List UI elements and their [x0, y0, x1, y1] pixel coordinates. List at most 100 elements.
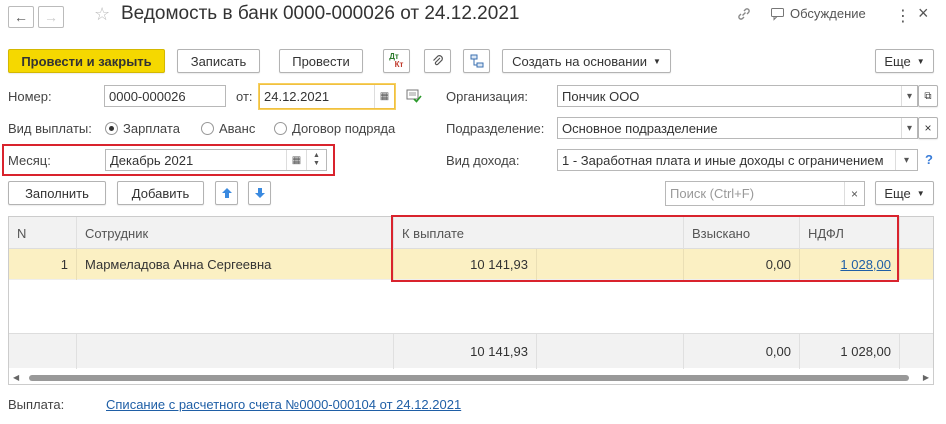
kt-label: Кт	[394, 60, 404, 69]
link-icon	[738, 8, 750, 20]
move-down-button[interactable]	[248, 181, 271, 205]
radio-advance-label: Аванс	[219, 121, 256, 136]
more-menu-button[interactable]: ⋮	[895, 6, 911, 26]
horizontal-scrollbar[interactable]: ◀ ▶	[9, 372, 933, 384]
radio-salary[interactable]: Зарплата	[105, 121, 180, 136]
organization-field[interactable]: Пончик ООО ▾	[557, 85, 918, 107]
search-input[interactable]: Поиск (Ctrl+F) ×	[665, 181, 865, 206]
attach-button[interactable]	[424, 49, 451, 73]
chat-icon	[771, 7, 784, 21]
cell-withheld: 0,00	[684, 249, 800, 280]
table-totals: 10 141,93 0,00 1 028,00	[9, 333, 933, 369]
add-button[interactable]: Добавить	[117, 181, 204, 205]
date-field[interactable]: 24.12.2021 ▦	[259, 84, 395, 109]
help-icon[interactable]: ?	[925, 152, 933, 167]
cell-spacer	[537, 249, 684, 280]
open-organization-button[interactable]: ⧉	[918, 85, 938, 107]
move-up-button[interactable]	[215, 181, 238, 205]
table-header: N Сотрудник К выплате Взыскано НДФЛ	[9, 217, 933, 249]
close-icon: ×	[918, 3, 929, 23]
star-icon[interactable]: ☆	[94, 4, 110, 25]
organization-label: Организация:	[446, 89, 529, 104]
radio-advance[interactable]: Аванс	[201, 121, 255, 136]
table-row[interactable]: 1 Мармеладова Анна Сергеевна 10 141,93 0…	[9, 249, 933, 280]
clear-icon: ×	[924, 121, 932, 135]
chevron-down-icon[interactable]: ▾	[901, 118, 917, 138]
structure-button[interactable]	[463, 49, 490, 73]
clear-search-icon[interactable]: ×	[844, 182, 864, 205]
column-header-employee[interactable]: Сотрудник	[77, 217, 394, 249]
more-button[interactable]: Еще ▼	[875, 49, 934, 73]
calendar-icon[interactable]: ▦	[286, 150, 306, 170]
clear-division-button[interactable]: ×	[918, 117, 938, 139]
hierarchy-icon	[470, 54, 483, 68]
open-icon: ⧉	[924, 90, 932, 102]
table-more-button[interactable]: Еще ▼	[875, 181, 934, 205]
payment-document-link[interactable]: Списание с расчетного счета №0000-000104…	[106, 397, 461, 412]
create-based-on-button[interactable]: Создать на основании ▼	[502, 49, 671, 73]
chevron-down-icon[interactable]: ▾	[895, 150, 917, 170]
caret-down-icon: ▼	[916, 188, 925, 198]
search-placeholder: Поиск (Ctrl+F)	[670, 186, 755, 201]
ndfl-link[interactable]: 1 028,00	[840, 257, 891, 272]
radio-dot	[201, 122, 214, 135]
division-label: Подразделение:	[446, 121, 545, 136]
page-title: Ведомость в банк 0000-000026 от 24.12.20…	[121, 3, 520, 24]
save-button[interactable]: Записать	[177, 49, 260, 73]
total-spacer	[537, 334, 684, 369]
payment-label: Выплата:	[8, 397, 65, 412]
table-more-label: Еще	[884, 185, 911, 201]
column-header-n[interactable]: N	[9, 217, 77, 249]
chevron-down-icon[interactable]: ▾	[901, 86, 917, 106]
dt-kt-button[interactable]: Дт Кт	[383, 49, 410, 73]
forward-button[interactable]: →	[38, 6, 64, 28]
fill-button[interactable]: Заполнить	[8, 181, 106, 205]
post-button[interactable]: Провести	[279, 49, 363, 73]
month-label: Месяц:	[8, 153, 51, 168]
month-value: Декабрь 2021	[110, 152, 194, 168]
scroll-thumb[interactable]	[29, 375, 909, 381]
payment-type-label: Вид выплаты:	[8, 121, 92, 136]
division-value: Основное подразделение	[562, 120, 718, 136]
radio-dot	[105, 122, 118, 135]
post-and-close-button[interactable]: Провести и закрыть	[8, 49, 165, 73]
radio-contract-label: Договор подряда	[292, 121, 396, 136]
more-vertical-icon: ⋮	[895, 8, 911, 25]
cell-n: 1	[9, 249, 77, 280]
radio-contract[interactable]: Договор подряда	[274, 121, 395, 136]
division-field[interactable]: Основное подразделение ▾	[557, 117, 918, 139]
scroll-right-icon[interactable]: ▶	[923, 373, 929, 382]
organization-value: Пончик ООО	[562, 88, 640, 104]
cell-ndfl[interactable]: 1 028,00	[800, 249, 900, 280]
number-field[interactable]: 0000-000026	[104, 85, 226, 107]
arrow-right-icon: →	[44, 9, 58, 25]
link-button[interactable]	[736, 6, 752, 22]
cell-employee: Мармеладова Анна Сергеевна	[77, 249, 394, 280]
month-stepper[interactable]: ▲ ▼	[306, 150, 326, 170]
close-button[interactable]: ×	[918, 3, 929, 24]
income-type-field[interactable]: 1 - Заработная плата и иные доходы с огр…	[557, 149, 918, 171]
column-header-ndfl[interactable]: НДФЛ	[800, 217, 900, 249]
total-n	[9, 334, 77, 369]
total-ndfl: 1 028,00	[800, 334, 900, 369]
paperclip-icon	[432, 55, 443, 66]
month-field[interactable]: Декабрь 2021 ▦ ▲ ▼	[105, 149, 327, 171]
column-header-withheld[interactable]: Взыскано	[684, 217, 800, 249]
radio-salary-label: Зарплата	[123, 121, 180, 136]
radio-dot	[274, 122, 287, 135]
discussion-button[interactable]: Обсуждение	[770, 6, 866, 21]
scroll-left-icon[interactable]: ◀	[13, 373, 19, 382]
back-button[interactable]: ←	[8, 6, 34, 28]
calendar-icon[interactable]: ▦	[374, 85, 394, 108]
employees-table[interactable]: N Сотрудник К выплате Взыскано НДФЛ 1 Ма…	[8, 216, 934, 385]
more-label: Еще	[884, 53, 911, 69]
caret-down-icon: ▼	[916, 56, 925, 66]
create-based-on-label: Создать на основании	[512, 53, 647, 69]
arrow-left-icon: ←	[14, 9, 28, 25]
column-header-to-pay[interactable]: К выплате	[394, 217, 684, 249]
discussion-label: Обсуждение	[790, 6, 866, 21]
date-from-label: от:	[236, 89, 253, 104]
arrow-up-icon	[221, 188, 232, 198]
document-status-icon	[406, 89, 422, 106]
number-label: Номер:	[8, 89, 52, 104]
